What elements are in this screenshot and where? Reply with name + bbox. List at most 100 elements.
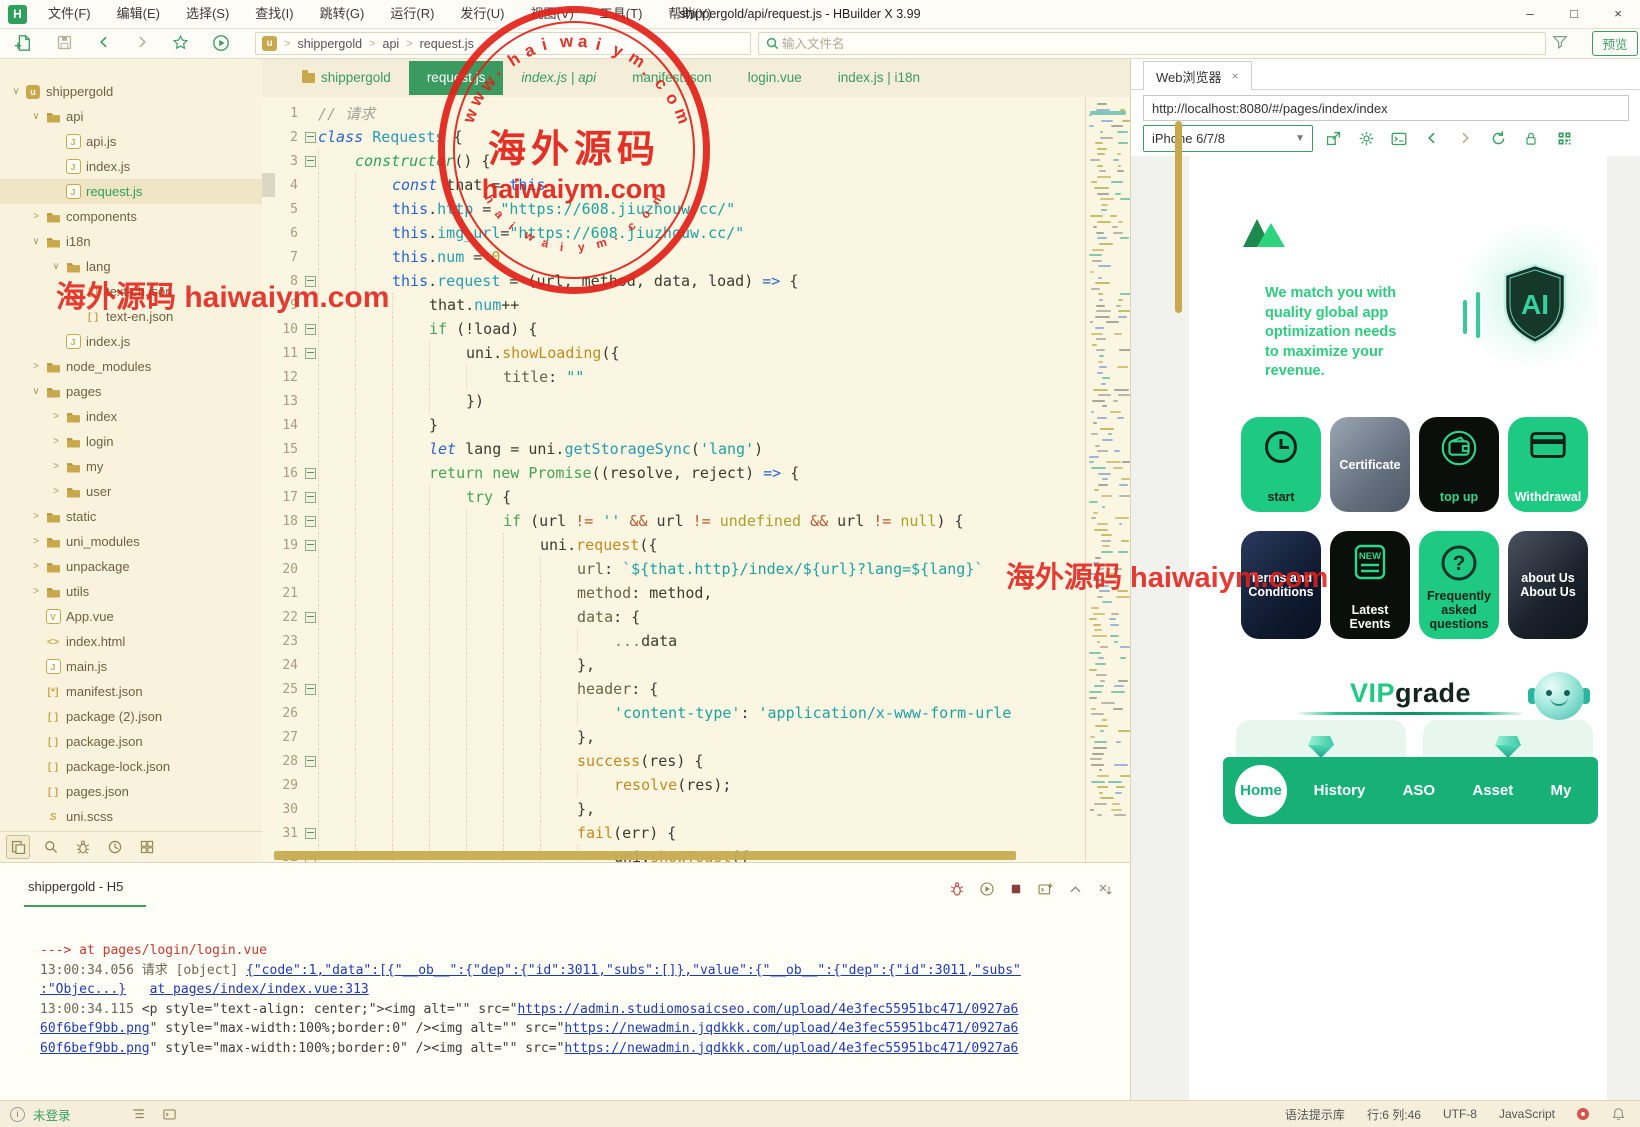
nav-item-aso[interactable]: ASO bbox=[1403, 782, 1436, 799]
chevron-right-icon[interactable]: > bbox=[28, 361, 44, 372]
app-tile-withdrawal[interactable]: Withdrawal bbox=[1508, 417, 1588, 512]
tree-item-manifest-json[interactable]: [*] manifest.json bbox=[0, 679, 262, 704]
filter-icon[interactable] bbox=[1552, 34, 1568, 50]
chevron-down-icon[interactable]: ∨ bbox=[28, 111, 44, 122]
code-line-17[interactable]: 17 try { bbox=[262, 485, 1082, 509]
qrcode-icon[interactable] bbox=[1554, 128, 1574, 148]
close-button[interactable]: × bbox=[1596, 0, 1640, 27]
open-external-icon[interactable] bbox=[1323, 128, 1343, 148]
fold-icon[interactable] bbox=[302, 155, 318, 167]
fold-icon[interactable] bbox=[302, 275, 318, 287]
console-line-2[interactable]: 13:00:34.056 请求 [object] {"code":1,"data… bbox=[40, 961, 1021, 981]
menu-item-3[interactable]: 查找(I) bbox=[242, 6, 306, 21]
tree-item-request-js[interactable]: Jrequest.js bbox=[0, 179, 262, 204]
fold-icon[interactable] bbox=[302, 347, 318, 359]
code-line-27[interactable]: 27}, bbox=[262, 725, 1082, 749]
new-file-icon[interactable] bbox=[14, 34, 32, 52]
code-line-12[interactable]: 12 title: "" bbox=[262, 365, 1082, 389]
fold-icon[interactable] bbox=[302, 827, 318, 839]
code-line-8[interactable]: 8 this. request = (url, method, data, load… bbox=[262, 269, 1082, 293]
code-line-21[interactable]: 21 method: method, bbox=[262, 581, 1082, 605]
chevron-right-icon[interactable]: > bbox=[48, 486, 64, 497]
tree-item-pages-json[interactable]: [ ] pages.json bbox=[0, 779, 262, 804]
tree-item-index-js[interactable]: Jindex.js bbox=[0, 329, 262, 354]
app-tile-terms-and-conditions[interactable]: Terms and Conditions bbox=[1241, 531, 1321, 639]
nav-item-history[interactable]: History bbox=[1314, 782, 1366, 799]
breadcrumb-item[interactable]: api bbox=[383, 37, 400, 51]
menu-item-0[interactable]: 文件(F) bbox=[35, 6, 104, 21]
tree-item-user[interactable]: > user bbox=[0, 479, 262, 504]
code-line-3[interactable]: 3 constructor() { bbox=[262, 149, 1082, 173]
tree-item-uni-scss[interactable]: Suni.scss bbox=[0, 804, 262, 829]
editor-tab-login-vue[interactable]: login.vue bbox=[730, 61, 820, 95]
code-line-1[interactable]: 1 // 请求 bbox=[262, 101, 1082, 125]
settings-icon[interactable] bbox=[1356, 128, 1376, 148]
hero-banner[interactable]: We match you with quality global app optim… bbox=[1223, 200, 1598, 392]
tree-item-lang[interactable]: ∨ lang bbox=[0, 254, 262, 279]
tree-item-app-vue[interactable]: V App.vue bbox=[0, 604, 262, 629]
tree-item-login[interactable]: > login bbox=[0, 429, 262, 454]
chevron-down-icon[interactable]: ∨ bbox=[8, 86, 24, 97]
nav-item-my[interactable]: My bbox=[1550, 782, 1571, 799]
bug-icon[interactable] bbox=[72, 836, 94, 858]
tree-item-api[interactable]: ∨ api bbox=[0, 104, 262, 129]
editor-tab-request-js[interactable]: request.js bbox=[408, 61, 504, 95]
file-search[interactable] bbox=[758, 32, 1546, 55]
lock-icon[interactable] bbox=[1521, 128, 1541, 148]
console-line-4[interactable]: 13:00:34.115 <p style="text-align: cente… bbox=[40, 1000, 1021, 1020]
breadcrumb-item[interactable]: request.js bbox=[420, 37, 474, 51]
maximize-button[interactable]: □ bbox=[1552, 0, 1596, 27]
new-terminal-icon[interactable] bbox=[1037, 881, 1054, 897]
tree-item-node-modules[interactable]: > node_modules bbox=[0, 354, 262, 379]
code-line-22[interactable]: 22 data: { bbox=[262, 605, 1082, 629]
console-line-6[interactable]: 60f6bef9bb.png" style="max-width:100%;bo… bbox=[40, 1039, 1021, 1059]
preview-button[interactable]: 预览 bbox=[1592, 31, 1638, 56]
save-icon[interactable] bbox=[56, 34, 73, 51]
fold-icon[interactable] bbox=[302, 491, 318, 503]
tree-item-uni-modules[interactable]: > uni_modules bbox=[0, 529, 262, 554]
chevron-right-icon[interactable]: > bbox=[28, 211, 44, 222]
code-line-10[interactable]: 10 if (!load) { bbox=[262, 317, 1082, 341]
url-bar[interactable] bbox=[1143, 95, 1629, 121]
editor-tab-shippergold[interactable]: shippergold bbox=[284, 61, 409, 95]
nav-item-asset[interactable]: Asset bbox=[1472, 782, 1513, 799]
code-line-16[interactable]: 16 return new Promise ((resolve, reject) =… bbox=[262, 461, 1082, 485]
tree-item-index-html[interactable]: <> index.html bbox=[0, 629, 262, 654]
fold-icon[interactable] bbox=[302, 467, 318, 479]
tree-item-shippergold[interactable]: ∨ u shippergold bbox=[0, 79, 262, 104]
chevron-right-icon[interactable]: > bbox=[48, 411, 64, 422]
fold-icon[interactable] bbox=[302, 755, 318, 767]
terminal-icon[interactable] bbox=[162, 1107, 177, 1122]
code-line-5[interactable]: 5 this. http = "https://608.jiuzhouw.cc/" bbox=[262, 197, 1082, 221]
cursor-position-status[interactable]: 行:6 列:46 bbox=[1367, 1106, 1421, 1123]
tree-item-package-json[interactable]: [ ] package.json bbox=[0, 729, 262, 754]
menu-item-6[interactable]: 发行(U) bbox=[447, 6, 517, 21]
url-input[interactable] bbox=[1150, 99, 1624, 117]
encoding-status[interactable]: UTF-8 bbox=[1443, 1107, 1477, 1121]
code-line-13[interactable]: 13}) bbox=[262, 389, 1082, 413]
code-editor[interactable]: 1 // 请求 2 class Requests {3 constructor() {4… bbox=[262, 97, 1130, 862]
console-output[interactable]: ---> at pages/login/login.vue 13:00:34.05… bbox=[40, 941, 1021, 1058]
close-icon[interactable]: × bbox=[1232, 69, 1239, 83]
code-line-15[interactable]: 15 let lang = uni. getStorageSync('lang') bbox=[262, 437, 1082, 461]
fold-icon[interactable] bbox=[302, 323, 318, 335]
device-selector[interactable]: iPhone 6/7/8 ▼ bbox=[1143, 125, 1313, 152]
horizontal-scrollbar[interactable] bbox=[274, 851, 1016, 860]
app-tile-certificate[interactable]: Certificate bbox=[1330, 417, 1410, 512]
code-line-19[interactable]: 19 uni. request({ bbox=[262, 533, 1082, 557]
code-line-28[interactable]: 28 success (res) { bbox=[262, 749, 1082, 773]
console-line-3[interactable]: :"Objec...} at pages/index/index.vue:313 bbox=[40, 980, 1021, 1000]
app-tile-top-up[interactable]: top up bbox=[1419, 417, 1499, 512]
code-line-30[interactable]: 30}, bbox=[262, 797, 1082, 821]
code-line-4[interactable]: 4 const that = this bbox=[262, 173, 1082, 197]
preview-scrollbar[interactable] bbox=[1175, 121, 1182, 313]
tree-item-api-js[interactable]: Japi.js bbox=[0, 129, 262, 154]
editor-tab-index-js-api[interactable]: index.js | api bbox=[503, 61, 614, 95]
code-line-31[interactable]: 31 fail (err) { bbox=[262, 821, 1082, 845]
code-line-9[interactable]: 9 that. num ++ bbox=[262, 293, 1082, 317]
fold-icon[interactable] bbox=[302, 131, 318, 143]
code-line-24[interactable]: 24}, bbox=[262, 653, 1082, 677]
code-line-25[interactable]: 25 header: { bbox=[262, 677, 1082, 701]
code-line-23[interactable]: 23 ... data bbox=[262, 629, 1082, 653]
tree-item-package-lock-json[interactable]: [ ] package-lock.json bbox=[0, 754, 262, 779]
